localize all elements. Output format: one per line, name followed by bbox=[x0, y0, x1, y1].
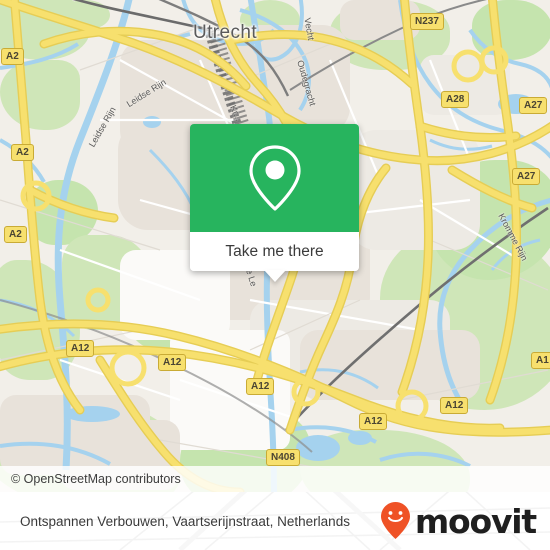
road-shield[interactable]: A2 bbox=[11, 144, 34, 161]
road-shield[interactable]: N408 bbox=[266, 449, 300, 466]
location-popup-card[interactable]: Take me there bbox=[190, 124, 359, 282]
map-pin-icon bbox=[248, 145, 301, 211]
map-canvas[interactable]: Utrecht Leidse Rijn Leidse Rijn Oudegrac… bbox=[0, 0, 550, 492]
road-shield[interactable]: A12 bbox=[66, 340, 95, 357]
road-shield[interactable]: A27 bbox=[519, 97, 548, 114]
road-shield[interactable]: A28 bbox=[441, 91, 470, 108]
road-shield[interactable]: A1 bbox=[531, 352, 550, 369]
moovit-smiley-pin-icon bbox=[380, 502, 410, 539]
map-place-label: Utrecht bbox=[193, 22, 258, 43]
attribution-text[interactable]: © OpenStreetMap contributors bbox=[11, 472, 181, 486]
road-shield[interactable]: A27 bbox=[512, 168, 541, 185]
road-shield[interactable]: A12 bbox=[158, 354, 187, 371]
map-attribution-bar: © OpenStreetMap contributors bbox=[0, 466, 550, 492]
footer-bar: Ontspannen Verbouwen, Vaartserijnstraat,… bbox=[0, 492, 550, 550]
road-shield[interactable]: A12 bbox=[359, 413, 388, 430]
footer-place-name: Ontspannen Verbouwen, Vaartserijnstraat,… bbox=[20, 513, 350, 529]
map-water-label: Leidse Rijn bbox=[124, 76, 168, 110]
map-water-label: Kr... bbox=[228, 103, 244, 123]
moovit-logo[interactable]: moovit bbox=[379, 501, 537, 541]
map-water-label: Vecht bbox=[302, 17, 317, 41]
card-icon-area bbox=[190, 124, 359, 232]
take-me-there-button[interactable]: Take me there bbox=[190, 232, 359, 271]
road-shield[interactable]: A12 bbox=[440, 397, 469, 414]
map-water-label: Kromme Rijn bbox=[496, 211, 530, 263]
take-me-there-label: Take me there bbox=[225, 242, 324, 260]
road-shield[interactable]: A2 bbox=[1, 48, 24, 65]
road-shield[interactable]: A2 bbox=[4, 226, 27, 243]
map-water-label: Leidse Rijn bbox=[86, 105, 118, 149]
road-shield[interactable]: A12 bbox=[246, 378, 275, 395]
road-shield[interactable]: N237 bbox=[410, 13, 444, 30]
map-water-label: Oudegracht bbox=[295, 59, 318, 107]
screenshot-root: Utrecht Leidse Rijn Leidse Rijn Oudegrac… bbox=[0, 0, 550, 550]
card-pointer-tail bbox=[263, 270, 286, 282]
moovit-wordmark: moovit bbox=[414, 501, 537, 541]
